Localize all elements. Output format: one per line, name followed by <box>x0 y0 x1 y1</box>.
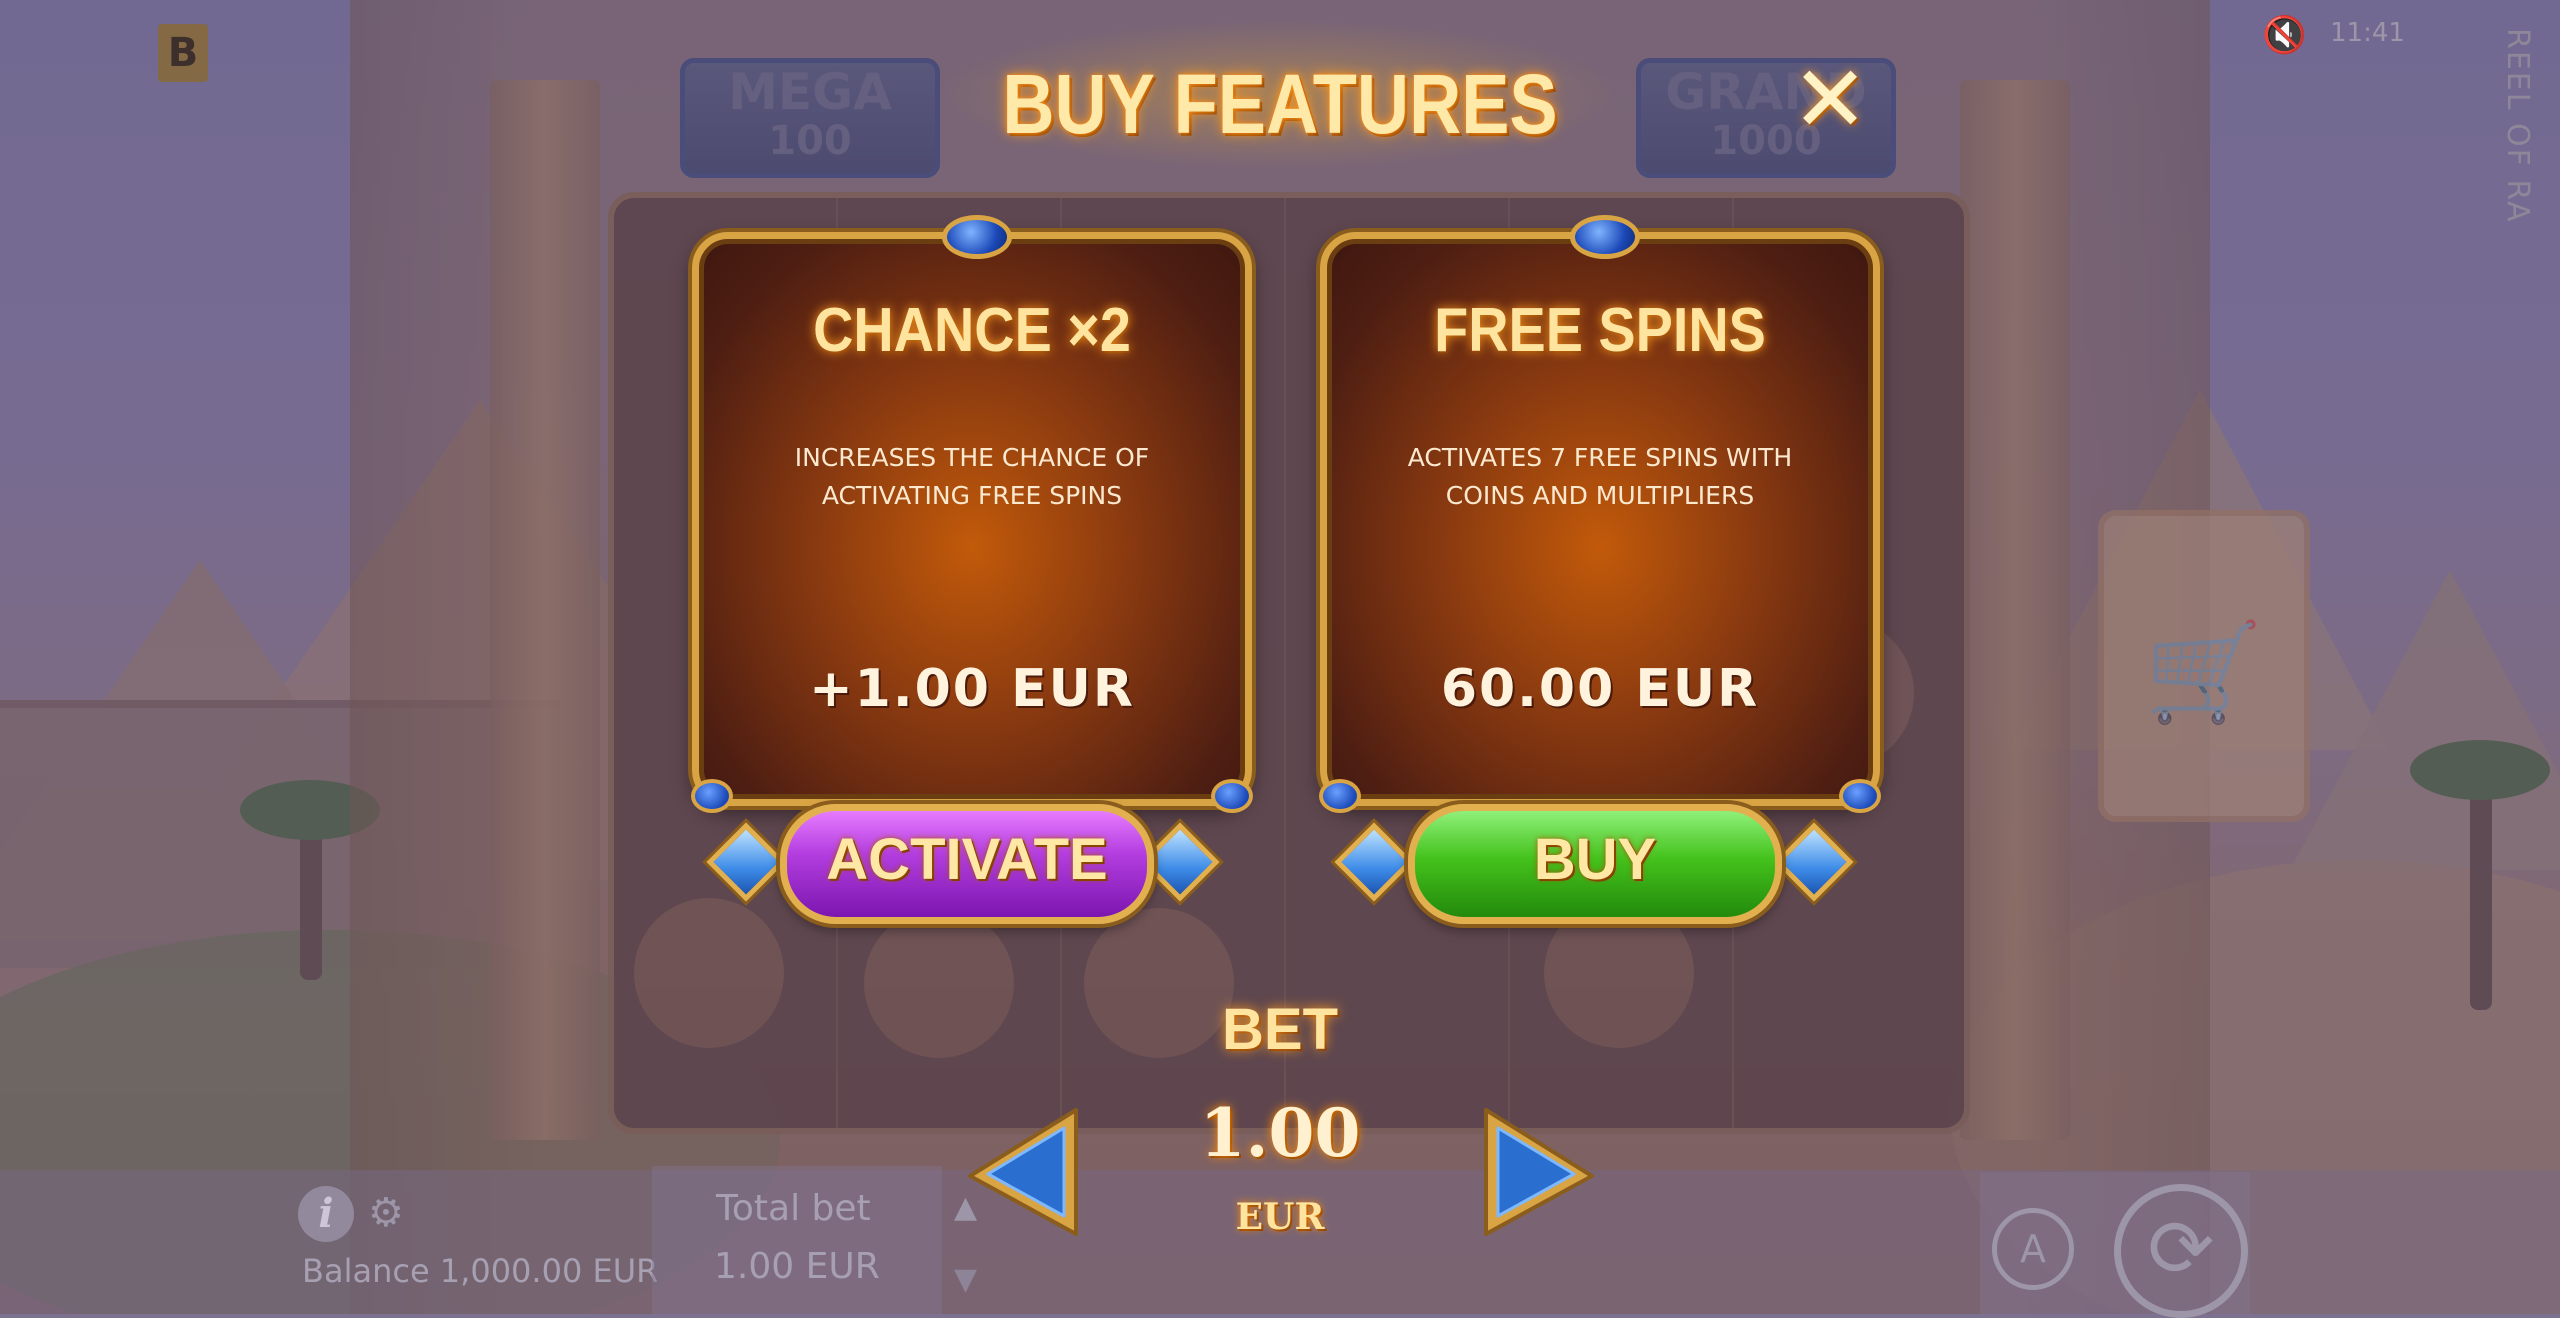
description-line: INCREASES THE CHANCE OF <box>794 443 1150 472</box>
modal-title: BUY FEATURES <box>1002 57 1558 151</box>
bet-value: 1.00 <box>1199 1094 1361 1172</box>
blue-gem-icon <box>942 215 1012 259</box>
clock: 11:41 <box>2330 18 2405 48</box>
bet-increase-arrow-icon[interactable] <box>1474 1102 1602 1242</box>
blue-gem-icon <box>1839 779 1881 813</box>
bet-currency: EUR <box>1235 1196 1325 1238</box>
balance-display: Balance 1,000.00 EUR <box>302 1252 659 1290</box>
blue-gem-icon <box>1319 779 1361 813</box>
feature-price: 60.00 EUR <box>1440 659 1760 719</box>
feature-description: ACTIVATES 7 FREE SPINS WITH COINS AND MU… <box>1367 439 1833 515</box>
description-line: ACTIVATES 7 FREE SPINS WITH <box>1407 443 1793 472</box>
feature-description: INCREASES THE CHANCE OF ACTIVATING FREE … <box>739 439 1205 515</box>
feature-title: CHANCE ×2 <box>813 296 1131 365</box>
description-line: ACTIVATING FREE SPINS <box>821 481 1123 510</box>
buy-button[interactable]: BUY <box>1408 804 1782 924</box>
blue-gem-icon <box>1211 779 1253 813</box>
bet-down-arrow-icon[interactable]: ▼ <box>954 1262 977 1297</box>
feature-card-chance: CHANCE ×2 INCREASES THE CHANCE OF ACTIVA… <box>691 215 1253 813</box>
description-line: COINS AND MULTIPLIERS <box>1445 481 1755 510</box>
bet-label: BET <box>1222 997 1338 1062</box>
blue-gem-icon <box>1570 215 1640 259</box>
total-bet-value: 1.00 EUR <box>714 1246 880 1287</box>
feature-title: FREE SPINS <box>1434 296 1766 365</box>
game-title: REEL OF RA <box>2500 28 2535 224</box>
activate-button[interactable]: ACTIVATE <box>780 804 1154 924</box>
blue-gem-icon <box>691 779 733 813</box>
feature-card-free-spins: FREE SPINS ACTIVATES 7 FREE SPINS WITH C… <box>1319 215 1881 813</box>
feature-price: +1.00 EUR <box>809 659 1135 719</box>
speaker-muted-icon[interactable]: 🔇 <box>2262 14 2307 56</box>
close-icon[interactable]: ✕ <box>1790 54 1870 146</box>
